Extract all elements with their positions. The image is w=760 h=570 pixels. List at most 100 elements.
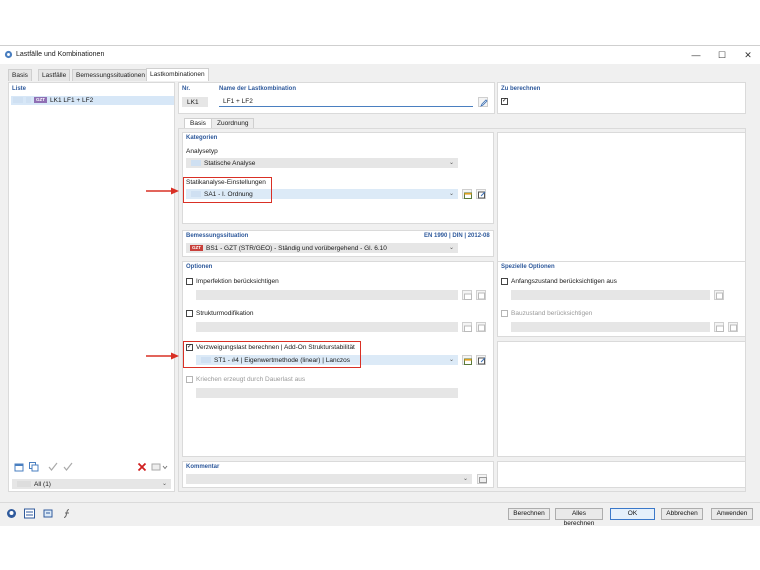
analysetyp-value: Statische Analyse bbox=[204, 160, 256, 167]
new-icon bbox=[464, 358, 472, 365]
gzt-badge: GZT bbox=[190, 245, 203, 252]
kriechen-checkbox[interactable] bbox=[186, 376, 193, 383]
edit-struktur-button bbox=[476, 322, 486, 332]
bemessung-select[interactable]: GZT BS1 - GZT (STR/GEO) - Ständig und vor… bbox=[186, 243, 458, 253]
tab-lastfaelle[interactable]: Lastfälle bbox=[38, 69, 71, 81]
edit-dialog-icon bbox=[730, 324, 737, 332]
alles-berechnen-button[interactable]: Alles berechnen bbox=[555, 508, 603, 527]
new-imperfektion-button bbox=[462, 290, 472, 300]
window-title: Lastfälle und Kombinationen bbox=[16, 51, 105, 58]
edit-dialog-icon bbox=[478, 357, 486, 365]
close-button[interactable]: ✕ bbox=[736, 48, 760, 62]
kriechen-label: Kriechen erzeugt durch Dauerlast aus bbox=[196, 376, 306, 383]
edit-dialog-icon bbox=[478, 292, 485, 300]
help-icon[interactable] bbox=[6, 508, 17, 519]
bauzustand-label: Bauzustand berücksichtigen bbox=[511, 310, 593, 317]
minimize-button[interactable]: — bbox=[684, 48, 708, 62]
calc-label: Zu berechnen bbox=[501, 86, 541, 92]
check-all-icon[interactable] bbox=[48, 462, 58, 472]
bauzustand-checkbox[interactable] bbox=[501, 310, 508, 317]
chevron-down-icon: ⌄ bbox=[448, 191, 454, 197]
list-item-name: LF1 + LF2 bbox=[63, 97, 94, 104]
edit-verzweigung-button[interactable] bbox=[476, 355, 486, 365]
tab-bemessungssituationen[interactable]: Bemessungssituationen bbox=[72, 69, 150, 81]
norm-label: EN 1990 | DIN | 2012-08 bbox=[424, 233, 490, 239]
imperfektion-label: Imperfektion berücksichtigen bbox=[196, 278, 279, 285]
tab-lastkombinationen[interactable]: Lastkombinationen bbox=[146, 68, 209, 81]
comment-icon bbox=[479, 477, 487, 483]
struktur-label: Strukturmodifikation bbox=[196, 310, 254, 317]
bemessung-header: Bemessungssituation bbox=[186, 233, 249, 239]
new-struktur-button bbox=[462, 322, 472, 332]
kommentar-select[interactable]: ⌄ bbox=[186, 474, 472, 484]
highlight-box bbox=[183, 341, 361, 368]
maximize-button[interactable]: ☐ bbox=[710, 48, 734, 62]
anfang-checkbox[interactable] bbox=[501, 278, 508, 285]
analysetyp-label: Analysetyp bbox=[186, 148, 218, 155]
chevron-down-icon: ⌄ bbox=[448, 357, 454, 363]
optionen-header: Optionen bbox=[186, 264, 213, 270]
edit-dialog-icon bbox=[478, 191, 486, 199]
uncheck-all-icon[interactable] bbox=[63, 462, 73, 472]
arrow-icon bbox=[146, 187, 179, 195]
kommentar-right-panel bbox=[497, 461, 746, 488]
units-icon[interactable] bbox=[24, 508, 35, 519]
anwenden-button[interactable]: Anwenden bbox=[711, 508, 753, 520]
edit-dialog-icon bbox=[478, 324, 485, 332]
delete-icon[interactable] bbox=[137, 462, 147, 472]
kommentar-header: Kommentar bbox=[186, 464, 220, 470]
function-icon[interactable] bbox=[62, 508, 73, 519]
kommentar-button[interactable] bbox=[477, 474, 487, 484]
bemessung-value: BS1 - GZT (STR/GEO) - Ständig und vorübe… bbox=[206, 245, 387, 252]
gzt-badge: GZT bbox=[34, 97, 47, 104]
analysetyp-select[interactable]: Statische Analyse ⌄ bbox=[186, 158, 458, 168]
list-item-code: LK1 bbox=[50, 97, 62, 104]
edit-name-button[interactable] bbox=[478, 97, 488, 107]
edit-dialog-icon bbox=[716, 292, 723, 300]
chevron-down-icon: ⌄ bbox=[462, 476, 468, 482]
berechnen-button[interactable]: Berechnen bbox=[508, 508, 550, 520]
new-bauzustand-button bbox=[714, 322, 724, 332]
new-statik-button[interactable] bbox=[462, 189, 472, 199]
name-input[interactable]: LF1 + LF2 bbox=[219, 97, 473, 107]
chevron-down-icon: ⌄ bbox=[161, 481, 167, 487]
copy-item-icon[interactable] bbox=[29, 462, 39, 472]
settings-icon[interactable] bbox=[43, 508, 54, 519]
view-options-icon[interactable] bbox=[151, 462, 169, 472]
app-icon bbox=[4, 50, 13, 59]
color-swatch bbox=[13, 97, 23, 104]
tab-basis[interactable]: Basis bbox=[8, 69, 32, 81]
edit-bauzustand-button bbox=[728, 322, 738, 332]
name-label: Name der Lastkombination bbox=[219, 86, 297, 92]
imperfektion-field bbox=[196, 290, 458, 300]
list-header: Liste bbox=[12, 86, 27, 92]
nr-label: Nr. bbox=[182, 86, 191, 92]
new-icon bbox=[716, 325, 724, 332]
edit-imperfektion-button bbox=[476, 290, 486, 300]
new-icon bbox=[464, 325, 472, 332]
bauzustand-field bbox=[511, 322, 710, 332]
filter-select[interactable]: All (1) ⌄ bbox=[12, 479, 171, 489]
spezielle-header: Spezielle Optionen bbox=[501, 264, 555, 270]
ok-button[interactable]: OK bbox=[610, 508, 655, 520]
calc-checkbox[interactable]: ✓ bbox=[501, 98, 508, 105]
edit-anfang-button bbox=[714, 290, 724, 300]
struktur-checkbox[interactable] bbox=[186, 310, 193, 317]
chevron-down-icon: ⌄ bbox=[448, 245, 454, 251]
analysetyp-swatch bbox=[191, 160, 201, 167]
new-verzweigung-button[interactable] bbox=[462, 355, 472, 365]
abbrechen-button[interactable]: Abbrechen bbox=[661, 508, 703, 520]
edit-statik-button[interactable] bbox=[476, 189, 486, 199]
right-info-panel bbox=[497, 132, 746, 270]
filter-swatch bbox=[17, 481, 31, 488]
right-lower-panel bbox=[497, 341, 746, 457]
list-panel bbox=[8, 82, 175, 492]
arrow-icon bbox=[146, 352, 179, 360]
anfang-label: Anfangszustand berücksichtigen aus bbox=[511, 278, 617, 285]
imperfektion-checkbox[interactable] bbox=[186, 278, 193, 285]
edit-icon bbox=[480, 99, 488, 107]
new-item-icon[interactable] bbox=[14, 462, 24, 472]
list-item[interactable]: GZT LK1 LF1 + LF2 bbox=[11, 96, 174, 105]
anfang-field bbox=[511, 290, 710, 300]
new-icon bbox=[464, 293, 472, 300]
